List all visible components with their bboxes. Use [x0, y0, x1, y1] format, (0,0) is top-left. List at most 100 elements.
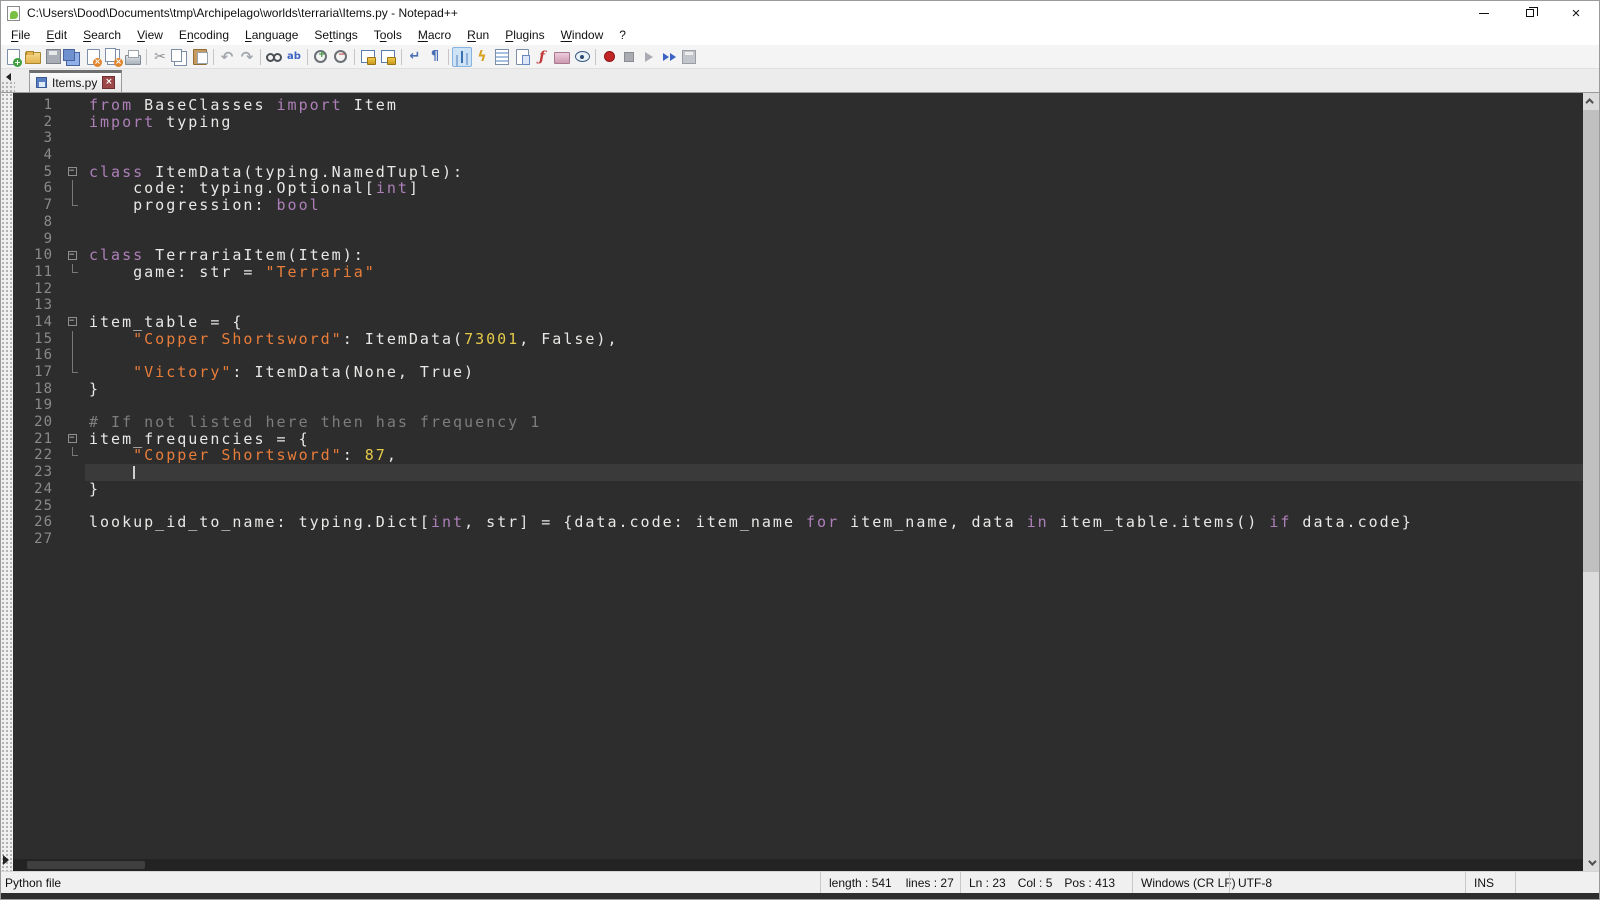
menu-run[interactable]: Run — [459, 26, 497, 44]
code-line-text[interactable] — [85, 397, 1583, 414]
paste-icon[interactable] — [190, 47, 210, 67]
dock-grip[interactable] — [1, 81, 15, 92]
tab-close-icon[interactable] — [102, 76, 115, 89]
vertical-scrollbar-thumb[interactable] — [1583, 110, 1599, 572]
code-line[interactable]: 27 — [13, 531, 1583, 548]
code-line[interactable]: 3 — [13, 130, 1583, 147]
line-number[interactable]: 21 — [13, 431, 63, 448]
left-dock-grip[interactable] — [1, 93, 13, 871]
folder-as-workspace-icon[interactable] — [552, 47, 572, 67]
code-line-text[interactable]: progression: bool — [85, 197, 1583, 214]
macro-save-icon[interactable] — [679, 47, 699, 67]
code-line[interactable]: 14item_table = { — [13, 314, 1583, 331]
code-line[interactable]: 25 — [13, 498, 1583, 515]
code-line[interactable]: 22 "Copper Shortsword": 87, — [13, 447, 1583, 464]
scroll-up-button[interactable] — [1583, 93, 1599, 109]
code-line-text[interactable]: "Victory": ItemData(None, True) — [85, 364, 1583, 381]
menu-search[interactable]: Search — [75, 26, 129, 44]
document-list-icon[interactable] — [512, 47, 532, 67]
code-line[interactable]: 10class TerrariaItem(Item): — [13, 247, 1583, 264]
code-line-text[interactable]: from BaseClasses import Item — [85, 97, 1583, 114]
menu-macro[interactable]: Macro — [410, 26, 459, 44]
restore-button[interactable] — [1507, 1, 1553, 25]
line-number[interactable]: 1 — [13, 97, 63, 114]
code-line-text[interactable] — [85, 231, 1583, 248]
line-number[interactable]: 20 — [13, 414, 63, 431]
word-wrap-icon[interactable] — [405, 47, 425, 67]
code-line[interactable]: 1 from BaseClasses import Item — [13, 97, 1583, 114]
code-line-text[interactable] — [85, 498, 1583, 515]
code-line[interactable]: 26 lookup_id_to_name: typing.Dict[int, st… — [13, 514, 1583, 531]
fold-collapse-icon[interactable] — [68, 317, 77, 326]
line-number[interactable]: 26 — [13, 514, 63, 531]
line-number[interactable]: 17 — [13, 364, 63, 381]
fold-collapse-icon[interactable] — [68, 167, 77, 176]
run-script-icon[interactable] — [532, 47, 552, 67]
macro-record-icon[interactable] — [599, 47, 619, 67]
fold-collapse-icon[interactable] — [68, 251, 77, 260]
code-line-text[interactable]: lookup_id_to_name: typing.Dict[int, str]… — [85, 514, 1583, 531]
code-line-text[interactable]: # If not listed here then has frequency … — [85, 414, 1583, 431]
replace-icon[interactable] — [284, 47, 304, 67]
line-number[interactable]: 4 — [13, 147, 63, 164]
code-line-text[interactable] — [85, 147, 1583, 164]
line-number[interactable]: 18 — [13, 381, 63, 398]
macro-stop-icon[interactable] — [619, 47, 639, 67]
sync-scroll-h-icon[interactable] — [378, 47, 398, 67]
code-line-text[interactable]: "Copper Shortsword": 87, — [85, 447, 1583, 464]
copy-icon[interactable] — [170, 47, 190, 67]
document-map-icon[interactable] — [492, 47, 512, 67]
code-line-text[interactable]: item_frequencies = { — [85, 431, 1583, 448]
line-number[interactable]: 22 — [13, 447, 63, 464]
horizontal-scrollbar-thumb[interactable] — [27, 861, 145, 869]
menu-window[interactable]: Window — [553, 26, 612, 44]
menu-settings[interactable]: Settings — [306, 26, 365, 44]
tab-items-py[interactable]: Items.py — [29, 70, 122, 92]
code-line-text[interactable] — [85, 464, 1583, 481]
menu-tools[interactable]: Tools — [366, 26, 410, 44]
code-line[interactable]: 21 item_frequencies = { — [13, 431, 1583, 448]
code-line[interactable]: 19 — [13, 397, 1583, 414]
line-number[interactable]: 10 — [13, 247, 63, 264]
line-number[interactable]: 8 — [13, 214, 63, 231]
save-icon[interactable] — [43, 47, 63, 67]
line-number[interactable]: 15 — [13, 331, 63, 348]
code-line[interactable]: 5 class ItemData(typing.NamedTuple): — [13, 164, 1583, 181]
code-line-text[interactable]: class ItemData(typing.NamedTuple): — [85, 164, 1583, 181]
code-line-text[interactable]: game: str = "Terraria" — [85, 264, 1583, 281]
macro-play-icon[interactable] — [639, 47, 659, 67]
code-line[interactable]: 7 progression: bool — [13, 197, 1583, 214]
horizontal-scrollbar[interactable] — [13, 859, 1583, 871]
code-line[interactable]: 17 "Victory": ItemData(None, True) — [13, 364, 1583, 381]
monitoring-icon[interactable] — [572, 47, 592, 67]
code-line-text[interactable] — [85, 531, 1583, 548]
line-number[interactable]: 9 — [13, 231, 63, 248]
menu-language[interactable]: Language — [237, 26, 306, 44]
code-line-text[interactable] — [85, 130, 1583, 147]
code-line[interactable]: 15 "Copper Shortsword": ItemData(73001, … — [13, 331, 1583, 348]
code-line[interactable]: 18} — [13, 381, 1583, 398]
show-indent-guide-icon[interactable] — [452, 47, 472, 67]
code-line-text[interactable] — [85, 214, 1583, 231]
line-number[interactable]: 5 — [13, 164, 63, 181]
code-line[interactable]: 16 — [13, 347, 1583, 364]
fold-collapse-icon[interactable] — [68, 434, 77, 443]
code-line-text[interactable]: "Copper Shortsword": ItemData(73001, Fal… — [85, 331, 1583, 348]
save-all-icon[interactable] — [63, 47, 83, 67]
menu-view[interactable]: View — [129, 26, 171, 44]
status-insert-mode[interactable]: INS — [1465, 872, 1515, 893]
new-file-icon[interactable] — [3, 47, 23, 67]
close-all-icon[interactable] — [103, 47, 123, 67]
code-line[interactable]: 20 # If not listed here then has frequenc… — [13, 414, 1583, 431]
code-line-text[interactable]: item_table = { — [85, 314, 1583, 331]
line-number[interactable]: 25 — [13, 498, 63, 515]
open-icon[interactable] — [23, 47, 43, 67]
menu-help[interactable]: ? — [611, 26, 634, 44]
macro-run-multiple-icon[interactable] — [659, 47, 679, 67]
close-button[interactable]: × — [1553, 1, 1599, 25]
function-list-icon[interactable] — [472, 47, 492, 67]
menu-file[interactable]: File — [3, 26, 38, 44]
code-line-text[interactable]: import typing — [85, 114, 1583, 131]
code-line[interactable]: 8 — [13, 214, 1583, 231]
print-icon[interactable] — [123, 47, 143, 67]
